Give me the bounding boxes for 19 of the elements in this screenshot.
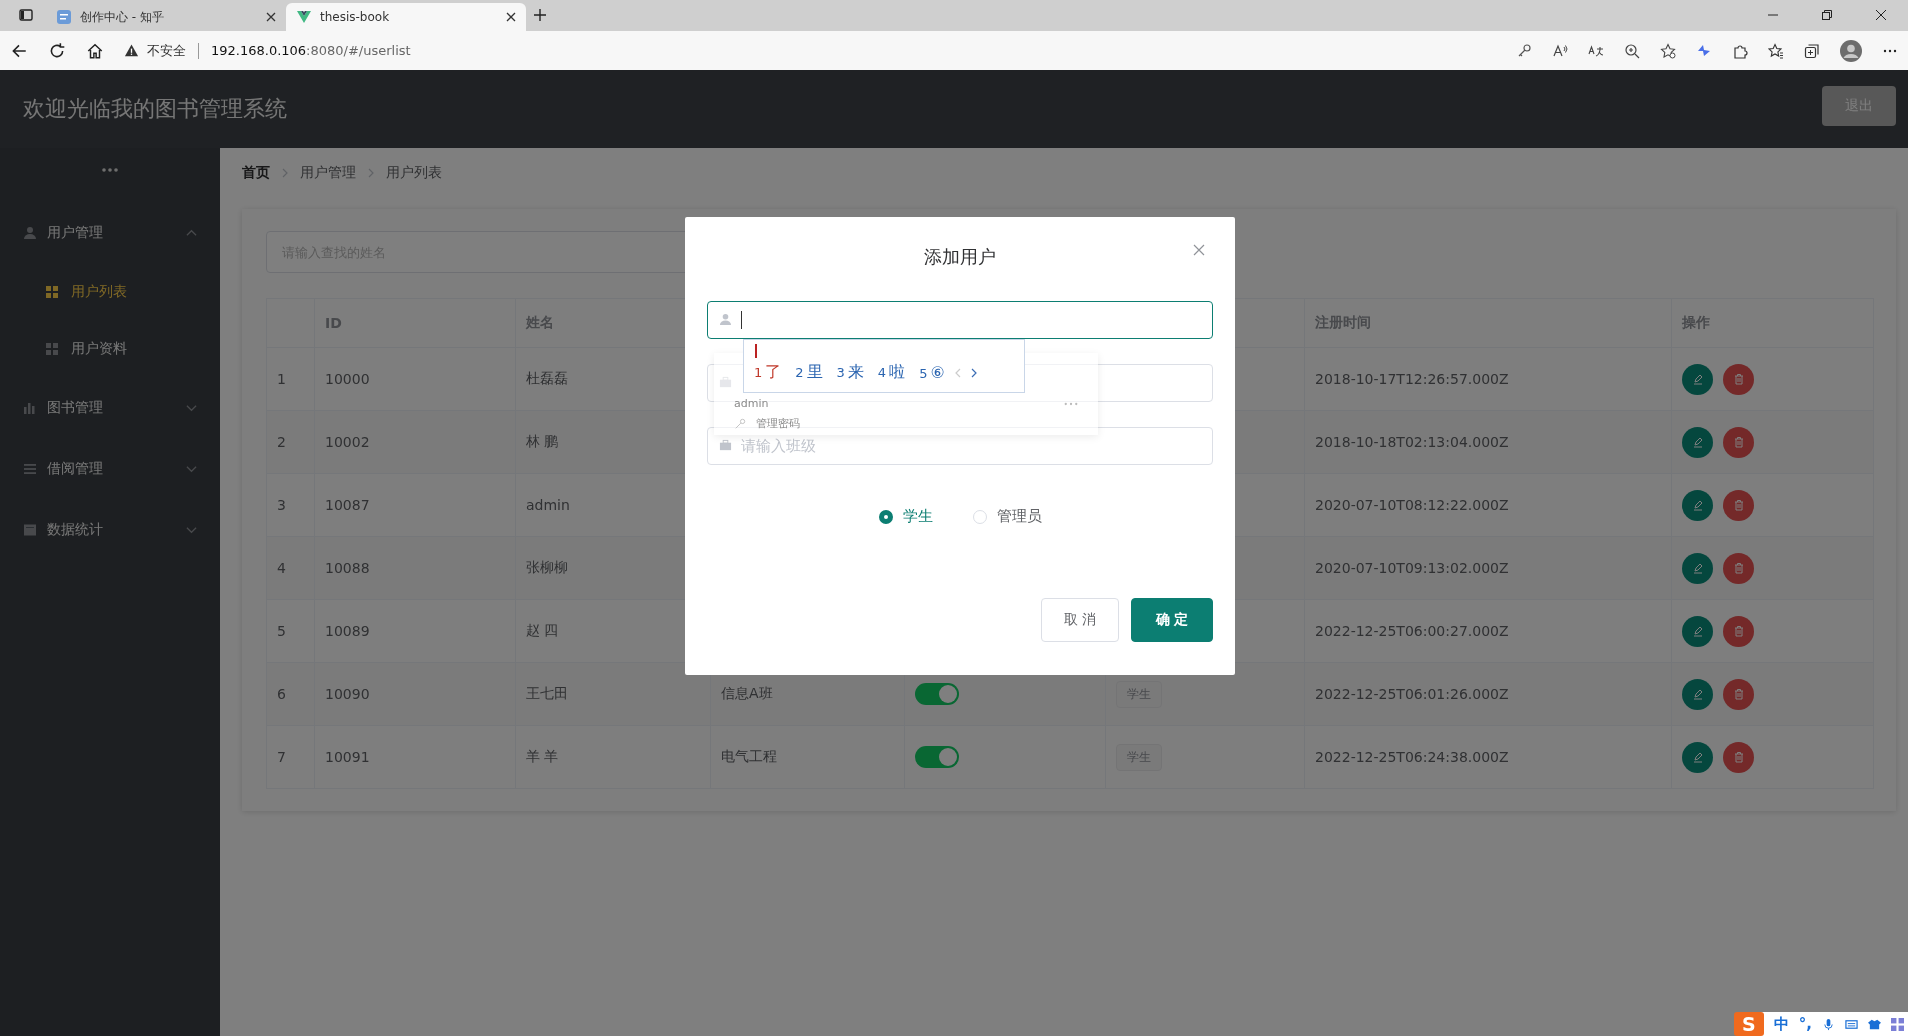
table-cell: 信息A班	[721, 685, 773, 703]
table-cell: 2022-12-25T06:01:26.000Z	[1305, 663, 1672, 725]
dialog-title: 添加用户	[924, 245, 996, 269]
table-cell: 10002	[315, 411, 516, 473]
table-cell: 羊 羊	[516, 726, 711, 788]
table-cell: 2020-07-10T09:13:02.000Z	[1305, 537, 1672, 599]
breadcrumb-item: 用户管理	[300, 164, 356, 182]
table-cell: 2022-12-25T06:24:38.000Z	[1305, 726, 1672, 788]
row-number: 7	[267, 726, 315, 788]
table-cell: 10088	[315, 537, 516, 599]
row-number: 4	[267, 537, 315, 599]
table-cell: 10090	[315, 663, 516, 725]
row-number: 2	[267, 411, 315, 473]
table-cell: 电气工程	[721, 748, 777, 766]
row-number: 6	[267, 663, 315, 725]
breadcrumb-item: 用户列表	[386, 164, 442, 182]
app-title: 欢迎光临我的图书管理系统	[23, 95, 287, 123]
table-cell: 2018-10-18T02:13:04.000Z	[1305, 411, 1672, 473]
table-cell: 10091	[315, 726, 516, 788]
